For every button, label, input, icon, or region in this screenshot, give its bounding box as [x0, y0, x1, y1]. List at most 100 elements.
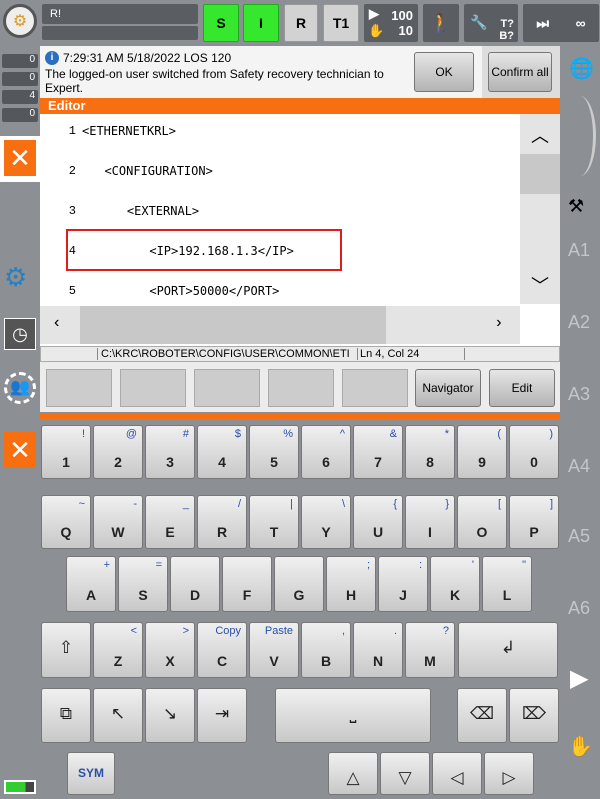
key-s[interactable]: = S: [118, 556, 168, 612]
key-2[interactable]: @2: [93, 425, 143, 479]
tool-base-button[interactable]: 🔧 T? B?: [464, 4, 518, 42]
key-v[interactable]: Paste V: [249, 622, 299, 678]
end-key[interactable]: ↘: [145, 688, 195, 743]
axis-a2[interactable]: A2: [568, 312, 590, 333]
axis-a5[interactable]: A5: [568, 526, 590, 547]
softkey-empty[interactable]: [268, 369, 334, 407]
scroll-left-icon[interactable]: ‹: [52, 314, 62, 332]
settings-icon[interactable]: ⚙: [4, 262, 27, 293]
close-keyboard-button[interactable]: ✕: [4, 432, 36, 468]
program-field-2[interactable]: [42, 26, 198, 40]
key-u[interactable]: {U: [353, 495, 403, 549]
copy-key[interactable]: ⧉: [41, 688, 91, 743]
axis-a4[interactable]: A4: [568, 456, 590, 477]
key-t[interactable]: | T: [249, 495, 299, 549]
code-line[interactable]: 3 <EXTERNAL>: [40, 201, 199, 221]
softkey-empty[interactable]: [342, 369, 408, 407]
key-y[interactable]: \ Y: [301, 495, 351, 549]
softkey-empty[interactable]: [194, 369, 260, 407]
user-group-icon[interactable]: 👥: [4, 372, 36, 404]
key-7[interactable]: & 7: [353, 425, 403, 479]
h-scroll-thumb[interactable]: [80, 306, 386, 344]
key-a[interactable]: + A: [66, 556, 116, 612]
override-button[interactable]: ▶ 100 ✋ 10: [364, 4, 418, 42]
scroll-down-icon[interactable]: ﹀: [520, 272, 560, 298]
key-0[interactable]: ) 0: [509, 425, 559, 479]
clock-icon[interactable]: ◷: [4, 318, 36, 350]
walking-person-icon[interactable]: 🚶: [423, 4, 459, 42]
code-editor[interactable]: 1 <ETHERNETKRL> 2 <CONFIGURATION> 3 <EXTE…: [40, 114, 560, 346]
key-l[interactable]: " L: [482, 556, 532, 612]
arrow-down-key[interactable]: ▽: [380, 752, 430, 795]
info-count[interactable]: 4: [2, 90, 38, 104]
key-q[interactable]: ~ Q: [41, 495, 91, 549]
key-f[interactable]: F: [222, 556, 272, 612]
key-b[interactable]: ,B: [301, 622, 351, 678]
key-d[interactable]: D: [170, 556, 220, 612]
key-3[interactable]: #3: [145, 425, 195, 479]
key-4[interactable]: $4: [197, 425, 247, 479]
key-m[interactable]: ? M: [405, 622, 455, 678]
key-5[interactable]: % 5: [249, 425, 299, 479]
enter-key[interactable]: ↲: [458, 622, 558, 678]
operating-mode[interactable]: T1: [323, 4, 359, 42]
vertical-scrollbar[interactable]: ︿ ﹀: [520, 114, 560, 304]
key-6[interactable]: ^ 6: [301, 425, 351, 479]
wait-count[interactable]: 0: [2, 108, 38, 122]
close-editor-button[interactable]: ✕: [0, 136, 40, 182]
axis-a3[interactable]: A3: [568, 384, 590, 405]
arrow-left-key[interactable]: ◁: [432, 752, 482, 795]
key-r[interactable]: / R: [197, 495, 247, 549]
arrow-right-key[interactable]: ▷: [484, 752, 534, 795]
key-9[interactable]: (9: [457, 425, 507, 479]
navigator-button[interactable]: Navigator: [415, 369, 481, 407]
delete-key[interactable]: ⌦: [509, 688, 559, 743]
arrow-up-key[interactable]: △: [328, 752, 378, 795]
softkey-empty[interactable]: [120, 369, 186, 407]
kuka-logo-button[interactable]: ⚙: [3, 4, 37, 38]
start-play-icon[interactable]: ▶: [570, 664, 588, 693]
robot-interpreter-status[interactable]: R: [284, 4, 318, 42]
space-key[interactable]: ⎵: [275, 688, 431, 743]
axis-a6[interactable]: A6: [568, 598, 590, 619]
key-p[interactable]: ] P: [509, 495, 559, 549]
scroll-right-icon[interactable]: ›: [494, 314, 504, 332]
globe-icon[interactable]: 🌐: [569, 56, 594, 81]
key-e[interactable]: _ E: [145, 495, 195, 549]
run-mode-button[interactable]: ⏭ ∞: [523, 4, 599, 42]
key-1[interactable]: ! 1: [41, 425, 91, 479]
key-i[interactable]: } I: [405, 495, 455, 549]
key-x[interactable]: > X: [145, 622, 195, 678]
tab-key[interactable]: ⇥: [197, 688, 247, 743]
code-line[interactable]: 5 <PORT>50000</PORT>: [40, 281, 280, 301]
edit-button[interactable]: Edit: [489, 369, 555, 407]
program-field[interactable]: R!: [42, 4, 198, 24]
confirm-all-button[interactable]: Confirm all: [488, 52, 552, 92]
key-n[interactable]: .N: [353, 622, 403, 678]
code-line[interactable]: 1 <ETHERNETKRL>: [40, 121, 176, 141]
drives-status[interactable]: I: [243, 4, 279, 42]
softkey-empty[interactable]: [46, 369, 112, 407]
state-count[interactable]: 0: [2, 72, 38, 86]
horizontal-scrollbar[interactable]: ‹ ›: [40, 306, 520, 344]
scroll-thumb[interactable]: [520, 154, 560, 194]
scroll-up-icon[interactable]: ︿: [520, 114, 560, 148]
home-key[interactable]: ↖: [93, 688, 143, 743]
key-k[interactable]: ' K: [430, 556, 480, 612]
key-j[interactable]: :J: [378, 556, 428, 612]
ok-button[interactable]: OK: [414, 52, 474, 92]
submit-status[interactable]: S: [203, 4, 239, 42]
jog-hand-icon[interactable]: ✋: [568, 734, 593, 759]
backspace-key[interactable]: ⌫: [457, 688, 507, 743]
jog-arc-icon[interactable]: [564, 96, 596, 176]
key-c[interactable]: Copy C: [197, 622, 247, 678]
sym-key[interactable]: SYM: [67, 752, 115, 795]
code-line[interactable]: 2 <CONFIGURATION>: [40, 161, 213, 181]
key-g[interactable]: G: [274, 556, 324, 612]
key-h[interactable]: ; H: [326, 556, 376, 612]
ack-count[interactable]: 0: [2, 54, 38, 68]
key-o[interactable]: [O: [457, 495, 507, 549]
key-z[interactable]: < Z: [93, 622, 143, 678]
axis-a1[interactable]: A1: [568, 240, 590, 261]
robot-coordinate-icon[interactable]: ⚒: [568, 196, 584, 217]
